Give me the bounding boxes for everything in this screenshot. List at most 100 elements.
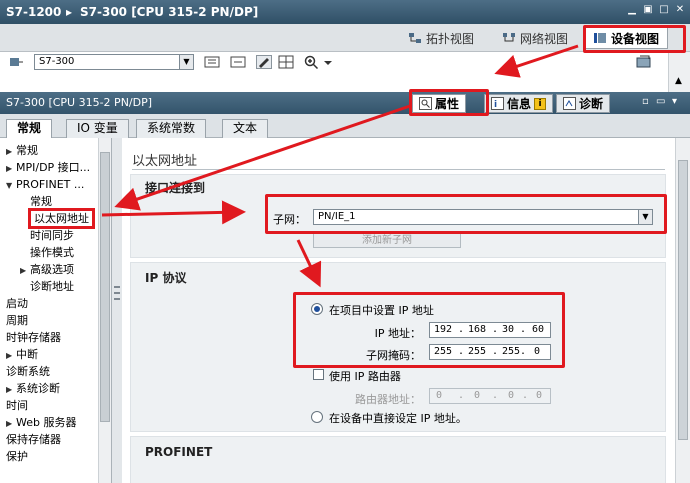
tab-topology-view[interactable]: 拓扑视图 [400, 27, 482, 49]
nav-item-label: MPI/DP 接口... [16, 161, 91, 174]
nav-item[interactable]: 保护 [6, 448, 28, 465]
chevron-right-icon[interactable]: ▶ [20, 262, 30, 279]
nav-item-label: 以太网地址 [34, 212, 89, 225]
nav-item-label: 系统诊断 [16, 382, 60, 395]
nav-item[interactable]: ▶ 高级选项 [20, 261, 74, 278]
device-select[interactable]: S7-300 ▼ [34, 54, 194, 70]
topology-icon [409, 33, 421, 43]
nav-item-label: 时钟存储器 [6, 331, 61, 344]
ip-group-title: IP 协议 [145, 271, 187, 285]
chevron-right-icon[interactable]: ▶ [6, 347, 16, 364]
nav-item[interactable]: 操作模式 [30, 244, 74, 261]
tab-network-view[interactable]: 网络视图 [494, 27, 576, 49]
use-router-label: 使用 IP 路由器 [329, 370, 401, 383]
collapse-panel-icon[interactable]: ▾ [672, 96, 677, 107]
properties-subtab-bar: 常规 IO 变量 系统常数 文本 [0, 114, 690, 139]
nav-item-label: 保持存储器 [6, 433, 61, 446]
tab-info[interactable]: i 信息 i [484, 94, 554, 113]
router-label: 路由器地址： [355, 393, 421, 406]
section-divider [132, 169, 665, 170]
svg-text:i: i [494, 100, 497, 110]
nav-item[interactable]: ▶ 中断 [6, 346, 38, 363]
chevron-right-icon[interactable]: ▶ [6, 415, 16, 432]
title-bar: S7-1200 ▸ S7-300 [CPU 315-2 PN/DP] ▁ ▣ □… [0, 0, 690, 24]
breadcrumb-separator: ▸ [66, 5, 73, 19]
zoom-dropdown-icon[interactable] [320, 55, 336, 69]
nav-item[interactable]: 常规 [30, 193, 52, 210]
nav-item[interactable]: 启动 [6, 295, 28, 312]
nav-item[interactable]: 时间 [6, 397, 28, 414]
tab-diagnostics[interactable]: 诊断 [556, 94, 611, 113]
nav-item[interactable]: 诊断系统 [6, 363, 50, 380]
highlight-device-view [583, 25, 686, 53]
pen-icon[interactable] [256, 55, 272, 69]
nav-item-label: 操作模式 [30, 246, 74, 259]
canvas-scrollbar[interactable]: ▲ [668, 52, 690, 92]
chevron-down-icon[interactable]: ▼ [6, 177, 16, 194]
grid-icon[interactable] [278, 55, 294, 69]
nav-item[interactable]: ▼ PROFINET ... [6, 176, 84, 193]
nav-item[interactable]: 时间同步 [30, 227, 74, 244]
highlight-subnet [265, 194, 667, 234]
nav-item[interactable]: ▶ 系统诊断 [6, 380, 60, 397]
router-address-field[interactable]: 0 . 0 . 0 . 0 [429, 388, 551, 404]
device-canvas[interactable] [0, 72, 668, 92]
nav-item[interactable]: ▶ Web 服务器 [6, 414, 76, 431]
diagnostics-icon [563, 97, 576, 110]
nav-item[interactable]: 时钟存储器 [6, 329, 61, 346]
nav-item-label: PROFINET ... [16, 178, 85, 191]
nav-scrollbar[interactable] [98, 138, 111, 483]
rack-view-icon[interactable] [204, 55, 220, 69]
close-icon[interactable]: ✕ [674, 4, 686, 16]
content-scroll-thumb[interactable] [678, 160, 688, 440]
router-octet: 0 [536, 390, 543, 401]
inspector-title: S7-300 [CPU 315-2 PN/DP] [6, 96, 153, 109]
breadcrumb-device[interactable]: S7-300 [CPU 315-2 PN/DP] [80, 5, 258, 19]
content-scrollbar[interactable] [675, 138, 690, 483]
nav-item-label: Web 服务器 [16, 416, 77, 429]
maximize-icon[interactable]: □ [658, 4, 670, 16]
nav-item[interactable]: 以太网地址 [28, 208, 95, 229]
nav-item-label: 常规 [30, 195, 52, 208]
chevron-right-icon[interactable]: ▶ [6, 160, 16, 177]
float-panel-icon[interactable]: ▭ [656, 96, 665, 107]
nav-item[interactable]: 保持存储器 [6, 431, 61, 448]
nav-item-label: 诊断地址 [30, 280, 74, 293]
tab-topology-label: 拓扑视图 [426, 31, 475, 46]
nav-item-label: 时间 [6, 399, 28, 412]
nav-scroll-thumb[interactable] [100, 152, 110, 422]
section-title: 以太网地址 [132, 154, 198, 169]
nav-item-label: 高级选项 [30, 263, 74, 276]
tab-texts[interactable]: 文本 [222, 119, 269, 138]
minimize-icon[interactable]: ▁ [626, 4, 638, 16]
panel-splitter[interactable] [112, 138, 122, 483]
device-nav-icon[interactable] [8, 55, 24, 69]
profinet-group: PROFINET [130, 436, 666, 483]
nav-item[interactable]: 诊断地址 [30, 278, 74, 295]
nav-item[interactable]: 周期 [6, 312, 28, 329]
radio-device-ip[interactable] [311, 411, 323, 423]
tab-system-constants[interactable]: 系统常数 [136, 119, 207, 138]
chevron-down-icon[interactable]: ▼ [179, 55, 193, 69]
scroll-up-icon[interactable]: ▲ [675, 76, 682, 86]
chevron-right-icon[interactable]: ▶ [6, 381, 16, 398]
add-subnet-button[interactable]: 添加新子网 [313, 233, 461, 248]
tab-general[interactable]: 常规 [6, 119, 53, 139]
router-octet: 0 [474, 390, 481, 401]
nav-item-label: 诊断系统 [6, 365, 50, 378]
restore-panel-icon[interactable]: ▫ [642, 96, 649, 107]
overview-icon[interactable] [636, 55, 652, 69]
zoom-in-icon[interactable] [304, 55, 320, 69]
restore-icon[interactable]: ▣ [642, 4, 654, 16]
swap-icon[interactable] [230, 55, 246, 69]
tab-diagnostics-label: 诊断 [579, 97, 604, 111]
tab-info-label: 信息 [507, 97, 532, 111]
interface-group-title: 接口连接到 [145, 181, 206, 195]
nav-item[interactable]: ▶ 常规 [6, 142, 38, 159]
chevron-right-icon[interactable]: ▶ [6, 143, 16, 160]
breadcrumb-project[interactable]: S7-1200 [6, 5, 61, 19]
tab-network-label: 网络视图 [520, 31, 569, 46]
tab-io-tags[interactable]: IO 变量 [66, 119, 129, 138]
use-router-checkbox[interactable] [313, 369, 324, 380]
nav-item[interactable]: ▶ MPI/DP 接口... [6, 159, 90, 176]
